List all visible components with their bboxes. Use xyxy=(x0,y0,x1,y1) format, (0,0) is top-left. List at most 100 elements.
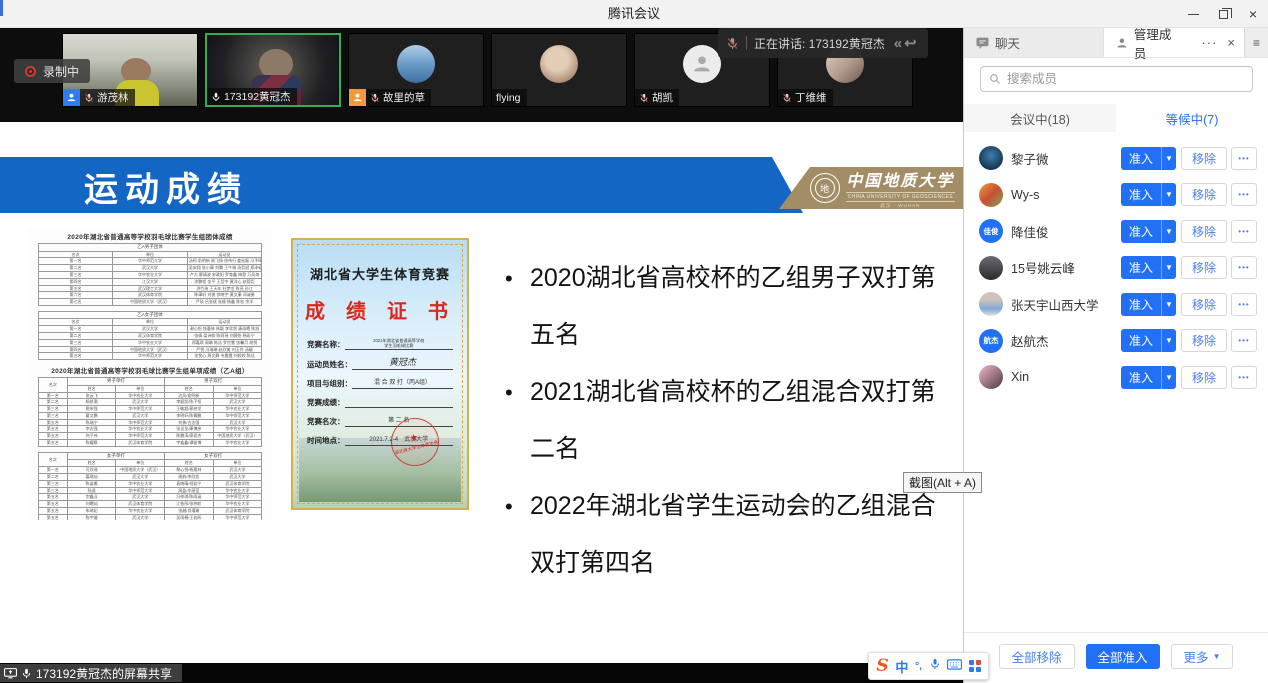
chat-icon xyxy=(976,37,989,49)
chevron-down-icon: ▼ xyxy=(1161,329,1176,352)
more-actions-button[interactable]: ••• xyxy=(1231,183,1257,206)
search-input[interactable] xyxy=(1007,72,1244,86)
remove-button[interactable]: 移除 xyxy=(1181,220,1227,243)
remove-button[interactable]: 移除 xyxy=(1181,329,1227,352)
panel-menu-icon[interactable]: ≡ xyxy=(1244,28,1268,57)
admit-button[interactable]: 准入▼ xyxy=(1121,147,1176,170)
admit-button[interactable]: 准入▼ xyxy=(1121,183,1176,206)
recording-label: 录制中 xyxy=(43,63,79,80)
more-actions-button[interactable]: ••• xyxy=(1231,293,1257,316)
tab-waiting[interactable]: 等候中(7) xyxy=(1116,104,1268,132)
avatar xyxy=(979,365,1003,389)
remove-button[interactable]: 移除 xyxy=(1181,366,1227,389)
recording-indicator[interactable]: 录制中 xyxy=(14,59,90,83)
university-logo-band: 地 中国地质大学 CHINA UNIVERSITY OF GEOSCIENCES… xyxy=(779,167,963,209)
more-actions-button[interactable]: ••• xyxy=(1231,220,1257,243)
participant-name: 游茂林 xyxy=(97,90,129,105)
admit-button[interactable]: 准入▼ xyxy=(1121,366,1176,389)
results-scan-image: 2020年湖北省普通高等学校羽毛球比赛学生组团体成绩乙A男子团体名次单位运动员第… xyxy=(28,228,272,520)
avatar xyxy=(397,45,435,83)
mic-icon xyxy=(21,668,32,679)
restore-icon xyxy=(1219,10,1228,19)
minimize-icon xyxy=(1188,14,1199,15)
remove-button[interactable]: 移除 xyxy=(1181,147,1227,170)
mic-muted-icon xyxy=(84,93,94,103)
ime-keyboard-icon[interactable] xyxy=(947,657,962,675)
admit-button[interactable]: 准入▼ xyxy=(1121,293,1176,316)
sidebar-footer: 全部移除 全部准入 更多▼ xyxy=(964,644,1268,669)
close-icon: × xyxy=(1249,7,1257,21)
tab-chat[interactable]: 聊天 xyxy=(964,28,1104,57)
chevron-down-icon: ▼ xyxy=(1161,293,1176,316)
chevron-down-icon: ▼ xyxy=(1213,652,1221,661)
video-tile-flying[interactable]: flying xyxy=(491,33,627,107)
certificate-title: 成 绩 证 书 xyxy=(299,295,461,324)
more-button[interactable]: 更多▼ xyxy=(1171,644,1234,669)
chevron-down-icon: ▼ xyxy=(1161,220,1176,243)
ime-toolbox-icon[interactable] xyxy=(969,660,981,672)
more-actions-button[interactable]: ••• xyxy=(1231,366,1257,389)
ime-punctuation-toggle[interactable]: °, xyxy=(915,661,922,672)
sidebar-header: 聊天 管理成员 ··· × ≡ xyxy=(964,28,1268,58)
tab-manage-members[interactable]: 管理成员 xyxy=(1104,28,1201,57)
close-button[interactable]: × xyxy=(1238,0,1268,28)
tab-members-label: 管理成员 xyxy=(1134,24,1184,62)
more-actions-button[interactable]: ••• xyxy=(1231,329,1257,352)
participant-name: 173192黄冠杰 xyxy=(224,89,291,104)
participant-name: flying xyxy=(496,92,521,104)
avatar xyxy=(540,45,578,83)
person-icon xyxy=(66,92,77,103)
restore-button[interactable] xyxy=(1208,0,1238,28)
more-actions-button[interactable]: ••• xyxy=(1231,147,1257,170)
screen-share-label: 173192黄冠杰的屏幕共享 xyxy=(36,665,172,682)
screenshot-tooltip: 截图(Alt + A) xyxy=(903,472,982,493)
university-name-en: CHINA UNIVERSITY OF GEOSCIENCES xyxy=(846,192,955,202)
member-row: Xin 准入▼ 移除 ••• xyxy=(964,359,1268,396)
avatar: 佳俊 xyxy=(979,219,1003,243)
member-name: Wy-s xyxy=(1011,188,1121,202)
host-badge-icon xyxy=(349,89,366,106)
tab-chat-label: 聊天 xyxy=(995,33,1020,52)
avatar xyxy=(979,256,1003,280)
certificate-header: 湖北省大学生体育竞赛 xyxy=(299,264,461,283)
avatar: 航杰 xyxy=(979,329,1003,353)
admit-button[interactable]: 准入▼ xyxy=(1121,256,1176,279)
admit-button[interactable]: 准入▼ xyxy=(1121,329,1176,352)
scroll-left-icon[interactable]: « xyxy=(894,36,902,51)
member-row: 张天宇山西大学 准入▼ 移除 ••• xyxy=(964,286,1268,323)
panel-more-icon[interactable]: ··· xyxy=(1201,36,1217,49)
remove-button[interactable]: 移除 xyxy=(1181,256,1227,279)
member-name: Xin xyxy=(1011,370,1121,384)
screen-share-icon xyxy=(4,668,17,679)
ime-voice-icon[interactable] xyxy=(929,657,941,675)
tab-in-meeting[interactable]: 会议中(18) xyxy=(964,104,1116,132)
footer-divider xyxy=(964,632,1268,633)
member-name: 张天宇山西大学 xyxy=(1011,295,1121,314)
more-actions-button[interactable]: ••• xyxy=(1231,256,1257,279)
video-tile-huangguanjie[interactable]: 173192黄冠杰 xyxy=(205,33,341,107)
university-name-cn: 中国地质大学 xyxy=(846,167,954,191)
member-search-box[interactable] xyxy=(980,66,1253,92)
participant-name: 故里的草 xyxy=(383,90,425,105)
admit-button[interactable]: 准入▼ xyxy=(1121,220,1176,243)
sogou-logo-icon[interactable]: S xyxy=(876,656,888,676)
member-name: 15号姚云峰 xyxy=(1011,258,1121,277)
mic-on-icon xyxy=(211,92,221,102)
participant-name: 丁维维 xyxy=(795,90,827,105)
panel-close-icon[interactable]: × xyxy=(1227,35,1235,50)
recording-dot-icon xyxy=(25,66,36,77)
achievement-bullets: 2020湖北省高校杯的乙组男子双打第五名 2021湖北省高校杯的乙组混合双打第二… xyxy=(503,250,949,592)
ime-language-toggle[interactable]: 中 xyxy=(895,657,908,676)
certificate-fields: 竞赛名称：2021年湖北省普通高等学校 学生羽毛球比赛运动员姓名：黄冠杰项目与组… xyxy=(299,338,461,446)
admit-all-button[interactable]: 全部准入 xyxy=(1086,644,1160,669)
person-icon xyxy=(691,53,713,75)
remove-button[interactable]: 移除 xyxy=(1181,293,1227,316)
sidebar-header-controls: ··· × xyxy=(1201,28,1244,57)
remove-all-button[interactable]: 全部移除 xyxy=(999,644,1075,669)
window-controls: × xyxy=(1178,0,1268,28)
speaking-label: 正在讲话: 173192黄冠杰 xyxy=(754,35,885,52)
reply-arrow-icon[interactable]: ↩ xyxy=(904,36,917,51)
video-tile-guli[interactable]: 故里的草 xyxy=(348,33,484,107)
member-list-tabs: 会议中(18) 等候中(7) xyxy=(964,104,1268,132)
remove-button[interactable]: 移除 xyxy=(1181,183,1227,206)
